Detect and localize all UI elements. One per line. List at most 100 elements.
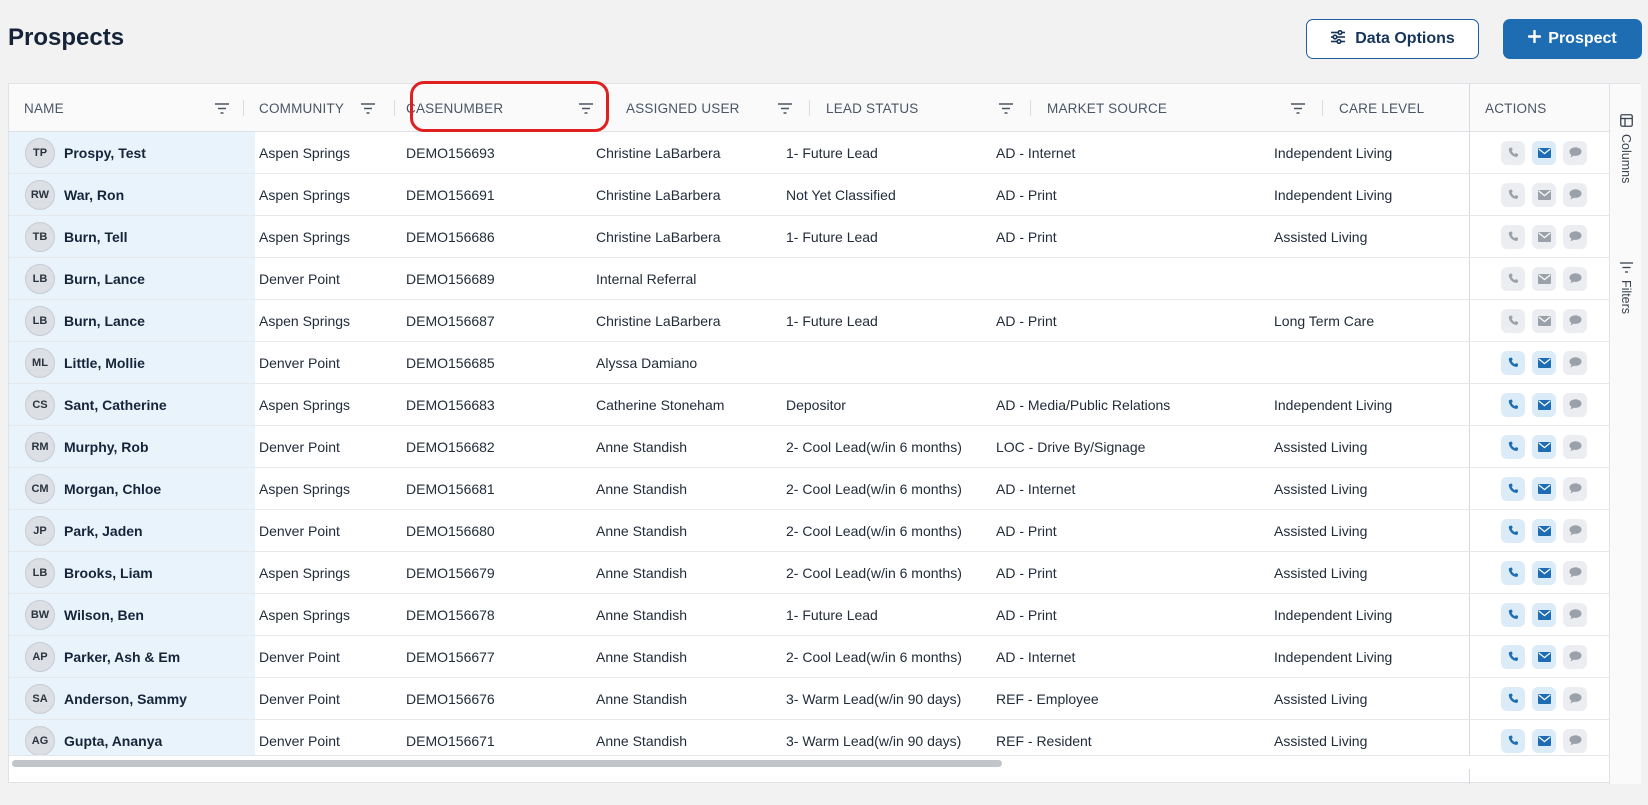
- table-row[interactable]: TP Prospy, Test Aspen Springs DEMO156693 Chr…: [9, 132, 1609, 174]
- prospect-name-link[interactable]: Morgan, Chloe: [64, 481, 161, 497]
- prospect-name-link[interactable]: Anderson, Sammy: [64, 691, 187, 707]
- filters-panel-tab[interactable]: Filters: [1610, 262, 1642, 314]
- prospect-name-link[interactable]: Prospy, Test: [64, 145, 146, 161]
- prospect-name-link[interactable]: Parker, Ash & Em: [64, 649, 180, 665]
- message-button[interactable]: [1563, 560, 1587, 585]
- table-row[interactable]: RW War, Ron Aspen Springs DEMO156691 Christi…: [9, 174, 1609, 216]
- message-button[interactable]: [1563, 686, 1587, 711]
- name-cell[interactable]: LB Brooks, Liam: [9, 552, 255, 593]
- prospect-name-link[interactable]: Park, Jaden: [64, 523, 143, 539]
- call-button[interactable]: [1501, 686, 1525, 711]
- column-divider[interactable]: [1030, 100, 1031, 116]
- email-button[interactable]: [1532, 728, 1556, 753]
- column-header-assigned-user[interactable]: ASSIGNED USER: [611, 84, 791, 132]
- table-row[interactable]: JP Park, Jaden Denver Point DEMO156680 Anne …: [9, 510, 1609, 552]
- columns-panel-tab[interactable]: Columns: [1610, 114, 1642, 183]
- prospect-name-link[interactable]: Sant, Catherine: [64, 397, 167, 413]
- message-button[interactable]: [1563, 518, 1587, 543]
- call-button[interactable]: [1501, 392, 1525, 417]
- message-button[interactable]: [1563, 728, 1587, 753]
- call-button[interactable]: [1501, 350, 1525, 375]
- column-divider[interactable]: [1322, 100, 1323, 116]
- email-button[interactable]: [1532, 644, 1556, 669]
- prospect-name-link[interactable]: Gupta, Ananya: [64, 733, 162, 749]
- table-row[interactable]: LB Burn, Lance Aspen Springs DEMO156687 Chri…: [9, 300, 1609, 342]
- name-cell[interactable]: TP Prospy, Test: [9, 132, 255, 173]
- call-button[interactable]: [1501, 476, 1525, 501]
- email-button[interactable]: [1532, 392, 1556, 417]
- name-cell[interactable]: LB Burn, Lance: [9, 300, 255, 341]
- table-row[interactable]: SA Anderson, Sammy Denver Point DEMO156676 A…: [9, 678, 1609, 720]
- filter-icon[interactable]: [213, 99, 231, 117]
- name-cell[interactable]: ML Little, Mollie: [9, 342, 255, 383]
- email-button[interactable]: [1532, 476, 1556, 501]
- name-cell[interactable]: CM Morgan, Chloe: [9, 468, 255, 509]
- call-button[interactable]: [1501, 224, 1525, 249]
- column-divider[interactable]: [809, 100, 810, 116]
- call-button[interactable]: [1501, 140, 1525, 165]
- email-button[interactable]: [1532, 350, 1556, 375]
- data-options-button[interactable]: Data Options: [1306, 19, 1479, 59]
- call-button[interactable]: [1501, 560, 1525, 585]
- column-header-lead-status[interactable]: LEAD STATUS: [811, 84, 1011, 132]
- table-row[interactable]: LB Burn, Lance Denver Point DEMO156689 Inter…: [9, 258, 1609, 300]
- prospect-name-link[interactable]: Burn, Tell: [64, 229, 128, 245]
- prospect-name-link[interactable]: Burn, Lance: [64, 313, 145, 329]
- filter-icon[interactable]: [997, 99, 1015, 117]
- filter-icon[interactable]: [776, 99, 794, 117]
- name-cell[interactable]: RM Murphy, Rob: [9, 426, 255, 467]
- message-button[interactable]: [1563, 224, 1587, 249]
- prospect-name-link[interactable]: Burn, Lance: [64, 271, 145, 287]
- add-prospect-button[interactable]: Prospect: [1503, 19, 1642, 59]
- message-button[interactable]: [1563, 350, 1587, 375]
- message-button[interactable]: [1563, 644, 1587, 669]
- email-button[interactable]: [1532, 602, 1556, 627]
- email-button[interactable]: [1532, 686, 1556, 711]
- table-row[interactable]: BW Wilson, Ben Aspen Springs DEMO156678 Anne…: [9, 594, 1609, 636]
- message-button[interactable]: [1563, 308, 1587, 333]
- message-button[interactable]: [1563, 476, 1587, 501]
- email-button[interactable]: [1532, 224, 1556, 249]
- name-cell[interactable]: TB Burn, Tell: [9, 216, 255, 257]
- prospect-name-link[interactable]: Brooks, Liam: [64, 565, 153, 581]
- call-button[interactable]: [1501, 266, 1525, 291]
- email-button[interactable]: [1532, 266, 1556, 291]
- table-row[interactable]: RM Murphy, Rob Denver Point DEMO156682 Anne …: [9, 426, 1609, 468]
- name-cell[interactable]: LB Burn, Lance: [9, 258, 255, 299]
- email-button[interactable]: [1532, 560, 1556, 585]
- message-button[interactable]: [1563, 140, 1587, 165]
- prospect-name-link[interactable]: Little, Mollie: [64, 355, 145, 371]
- message-button[interactable]: [1563, 602, 1587, 627]
- email-button[interactable]: [1532, 182, 1556, 207]
- call-button[interactable]: [1501, 434, 1525, 459]
- table-row[interactable]: LB Brooks, Liam Aspen Springs DEMO156679 Ann…: [9, 552, 1609, 594]
- prospect-name-link[interactable]: Murphy, Rob: [64, 439, 149, 455]
- column-header-care-level[interactable]: CARE LEVEL: [1324, 84, 1464, 132]
- message-button[interactable]: [1563, 434, 1587, 459]
- scrollbar-thumb[interactable]: [12, 760, 1002, 767]
- message-button[interactable]: [1563, 266, 1587, 291]
- table-row[interactable]: ML Little, Mollie Denver Point DEMO156685 Al…: [9, 342, 1609, 384]
- email-button[interactable]: [1532, 518, 1556, 543]
- table-row[interactable]: CS Sant, Catherine Aspen Springs DEMO156683…: [9, 384, 1609, 426]
- horizontal-scrollbar[interactable]: [9, 755, 1609, 769]
- name-cell[interactable]: AP Parker, Ash & Em: [9, 636, 255, 677]
- filter-icon[interactable]: [1289, 99, 1307, 117]
- email-button[interactable]: [1532, 140, 1556, 165]
- table-row[interactable]: AP Parker, Ash & Em Denver Point DEMO156677…: [9, 636, 1609, 678]
- name-cell[interactable]: SA Anderson, Sammy: [9, 678, 255, 719]
- call-button[interactable]: [1501, 644, 1525, 669]
- email-button[interactable]: [1532, 308, 1556, 333]
- call-button[interactable]: [1501, 308, 1525, 333]
- filter-icon[interactable]: [359, 99, 377, 117]
- name-cell[interactable]: RW War, Ron: [9, 174, 255, 215]
- call-button[interactable]: [1501, 182, 1525, 207]
- prospect-name-link[interactable]: War, Ron: [64, 187, 124, 203]
- table-row[interactable]: TB Burn, Tell Aspen Springs DEMO156686 Chris…: [9, 216, 1609, 258]
- email-button[interactable]: [1532, 434, 1556, 459]
- name-cell[interactable]: BW Wilson, Ben: [9, 594, 255, 635]
- name-cell[interactable]: JP Park, Jaden: [9, 510, 255, 551]
- message-button[interactable]: [1563, 392, 1587, 417]
- call-button[interactable]: [1501, 602, 1525, 627]
- column-header-market-source[interactable]: MARKET SOURCE: [1032, 84, 1312, 132]
